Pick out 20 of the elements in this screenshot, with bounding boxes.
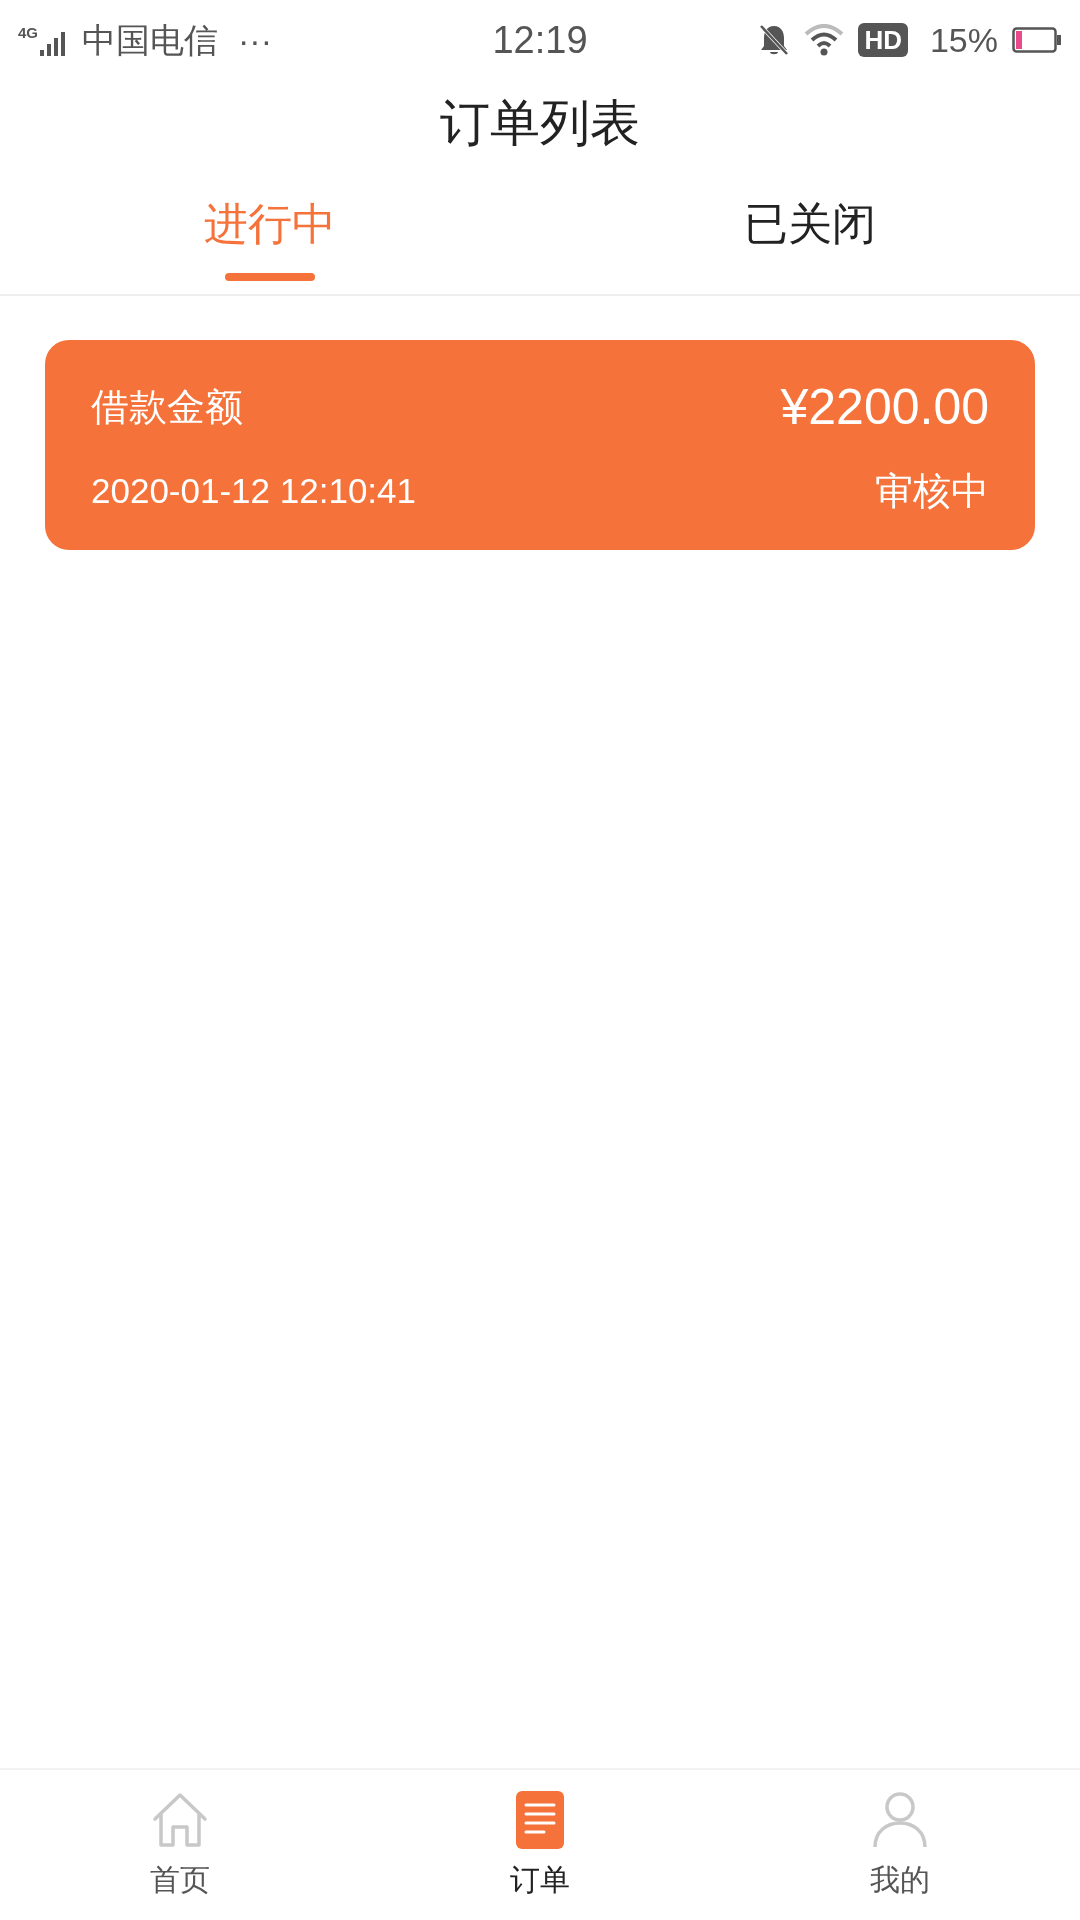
battery-percent: 15% <box>929 19 998 61</box>
wifi-icon <box>804 24 845 56</box>
more-indicator: ··· <box>238 19 272 61</box>
carrier-name: 中国电信 <box>82 19 218 61</box>
hd-badge: HD <box>858 23 908 57</box>
page-title: 订单列表 <box>440 93 640 153</box>
order-status: 审核中 <box>875 469 989 514</box>
document-icon <box>516 1790 564 1849</box>
order-time: 2020-01-12 12:10:41 <box>91 470 416 513</box>
tab[interactable]: 已关闭 <box>540 166 1080 294</box>
signal-icon <box>40 29 68 56</box>
clock: 12:19 <box>492 17 588 63</box>
network-type: 4G <box>18 24 38 40</box>
nav-tab[interactable]: 首页 <box>0 1770 360 1920</box>
nav-tab[interactable]: 我的 <box>720 1770 1080 1920</box>
battery-icon <box>1012 27 1062 53</box>
loan-amount-label: 借款金额 <box>91 385 243 430</box>
muted-bell-icon <box>758 23 791 57</box>
loan-amount: ¥2200.00 <box>780 378 989 437</box>
nav-tab[interactable]: 订单 <box>360 1770 720 1920</box>
